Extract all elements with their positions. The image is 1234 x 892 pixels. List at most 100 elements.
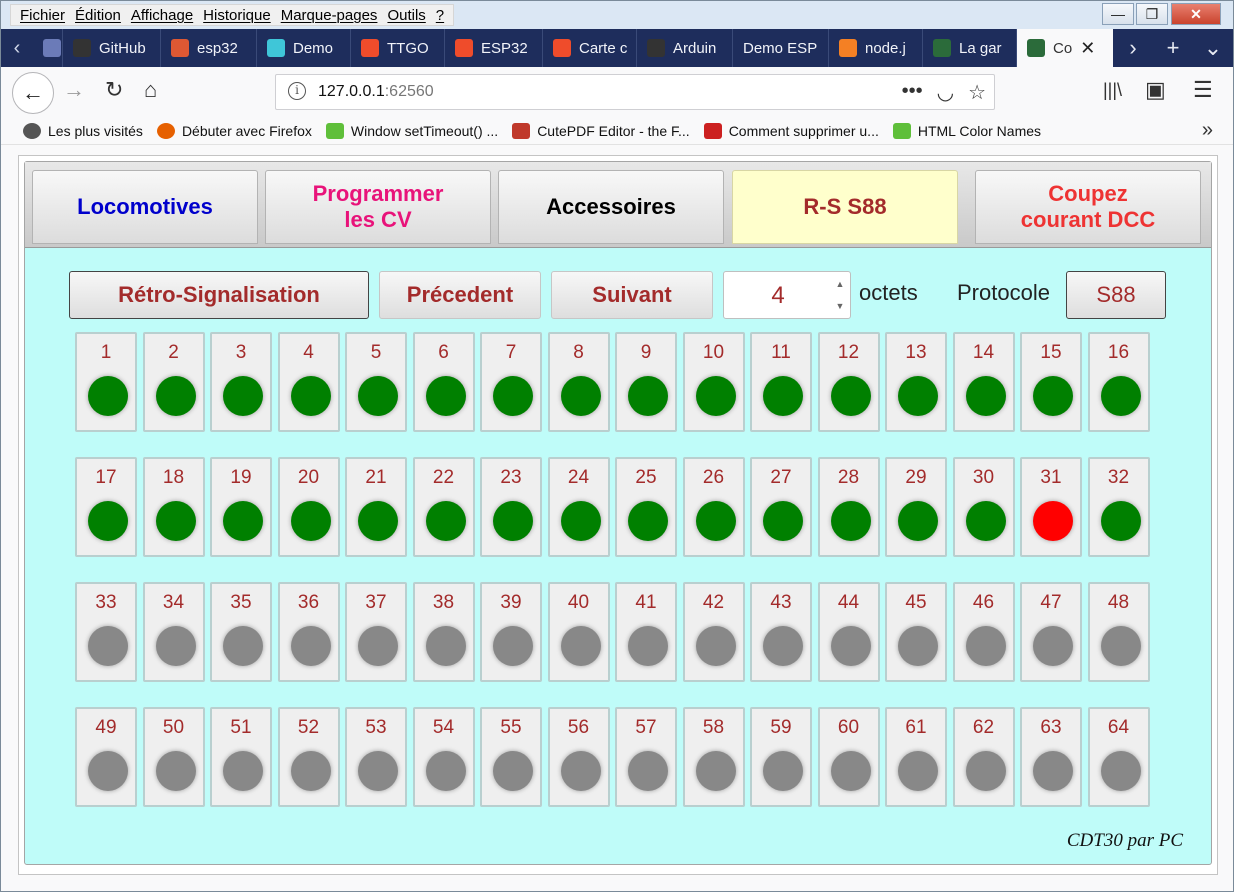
sensor-cell[interactable]: 40 xyxy=(547,582,610,682)
reload-button[interactable]: ↻ xyxy=(105,77,123,103)
sensor-cell[interactable]: 6 xyxy=(412,332,475,432)
sensor-cell[interactable]: 7 xyxy=(480,332,542,432)
app-tab-accessoires[interactable]: Accessoires xyxy=(498,170,724,244)
bookmark-item[interactable]: Débuter avec Firefox xyxy=(156,122,312,139)
sensor-cell[interactable]: 23 xyxy=(480,457,542,557)
back-button[interactable]: ← xyxy=(12,72,54,114)
sensor-cell[interactable]: 61 xyxy=(885,707,947,807)
sensor-cell[interactable]: 11 xyxy=(750,332,812,432)
browser-tab[interactable]: node.j xyxy=(829,29,923,67)
sensor-cell[interactable]: 12 xyxy=(817,332,880,432)
browser-tab[interactable]: Co ✕ xyxy=(1017,29,1113,67)
sensor-cell[interactable]: 1 xyxy=(75,332,137,432)
new-tab-button[interactable]: + xyxy=(1153,35,1193,61)
bookmark-item[interactable]: Window setTimeout() ... xyxy=(325,122,498,139)
browser-tab[interactable]: esp32 xyxy=(161,29,257,67)
sensor-cell[interactable]: 28 xyxy=(817,457,880,557)
sensor-cell[interactable]: 53 xyxy=(345,707,407,807)
sensor-cell[interactable]: 4 xyxy=(277,332,340,432)
browser-tab[interactable]: GitHub xyxy=(63,29,161,67)
previous-button[interactable]: Précedent xyxy=(379,271,541,319)
retro-signalisation-button[interactable]: Rétro-Signalisation xyxy=(69,271,369,319)
app-tab-locomotives[interactable]: Locomotives xyxy=(32,170,258,244)
sensor-cell[interactable]: 14 xyxy=(952,332,1015,432)
sensor-cell[interactable]: 57 xyxy=(615,707,677,807)
bookmark-item[interactable]: Les plus visités xyxy=(23,122,143,139)
sensor-cell[interactable]: 34 xyxy=(142,582,205,682)
sensor-cell[interactable]: 15 xyxy=(1020,332,1082,432)
page-actions-icon[interactable]: ••• xyxy=(902,80,923,105)
sensor-cell[interactable]: 38 xyxy=(412,582,475,682)
sensor-cell[interactable]: 30 xyxy=(952,457,1015,557)
sensor-cell[interactable]: 31 xyxy=(1020,457,1082,557)
sensor-cell[interactable]: 46 xyxy=(952,582,1015,682)
sensor-cell[interactable]: 5 xyxy=(345,332,407,432)
sensor-cell[interactable]: 50 xyxy=(142,707,205,807)
forward-button[interactable]: → xyxy=(63,77,85,103)
minimize-button[interactable]: — xyxy=(1102,3,1134,25)
sensor-cell[interactable]: 22 xyxy=(412,457,475,557)
sensor-cell[interactable]: 41 xyxy=(615,582,677,682)
sensor-cell[interactable]: 25 xyxy=(615,457,677,557)
sensor-cell[interactable]: 18 xyxy=(142,457,205,557)
home-button[interactable]: ⌂ xyxy=(144,77,157,103)
sensor-cell[interactable]: 43 xyxy=(750,582,812,682)
sensor-cell[interactable]: 49 xyxy=(75,707,137,807)
sensor-cell[interactable]: 35 xyxy=(210,582,272,682)
maximize-button[interactable]: ❐ xyxy=(1136,3,1168,25)
close-tab-icon[interactable]: ✕ xyxy=(1080,38,1095,59)
sensor-cell[interactable]: 32 xyxy=(1087,457,1150,557)
sensor-cell[interactable]: 63 xyxy=(1020,707,1082,807)
sensor-cell[interactable]: 27 xyxy=(750,457,812,557)
site-info-icon[interactable]: i xyxy=(288,82,306,100)
sensor-cell[interactable]: 44 xyxy=(817,582,880,682)
sensor-cell[interactable]: 24 xyxy=(547,457,610,557)
sensor-cell[interactable]: 3 xyxy=(210,332,272,432)
bookmark-item[interactable]: Comment supprimer u... xyxy=(703,122,879,139)
menu-item[interactable]: Marque-pages xyxy=(281,7,378,24)
url-text[interactable]: 127.0.0.1:62560 xyxy=(318,83,434,101)
pocket-icon[interactable]: ◡ xyxy=(937,80,954,105)
menu-item[interactable]: Fichier xyxy=(20,7,65,24)
sensor-cell[interactable]: 26 xyxy=(682,457,745,557)
sensor-cell[interactable]: 55 xyxy=(480,707,542,807)
sensor-cell[interactable]: 20 xyxy=(277,457,340,557)
url-bar[interactable]: i 127.0.0.1:62560 ••• ◡ ☆ xyxy=(275,74,995,110)
bookmark-item[interactable]: HTML Color Names xyxy=(892,122,1041,139)
sensor-cell[interactable]: 21 xyxy=(345,457,407,557)
app-tab-coupez-dcc[interactable]: Coupez courant DCC xyxy=(975,170,1201,244)
sensor-cell[interactable]: 62 xyxy=(952,707,1015,807)
browser-tab[interactable]: La gar xyxy=(923,29,1017,67)
sensor-cell[interactable]: 48 xyxy=(1087,582,1150,682)
sensor-cell[interactable]: 51 xyxy=(210,707,272,807)
sensor-cell[interactable]: 9 xyxy=(615,332,677,432)
sensor-cell[interactable]: 33 xyxy=(75,582,137,682)
sensor-cell[interactable]: 29 xyxy=(885,457,947,557)
menu-item[interactable]: Affichage xyxy=(131,7,193,24)
close-window-button[interactable]: ✕ xyxy=(1171,3,1221,25)
browser-tab[interactable]: Demo xyxy=(257,29,351,67)
browser-tab[interactable]: TTGO xyxy=(351,29,445,67)
hamburger-menu-icon[interactable]: ☰ xyxy=(1193,77,1213,103)
sensor-cell[interactable]: 54 xyxy=(412,707,475,807)
menu-item[interactable]: ? xyxy=(436,7,444,24)
spin-up-icon[interactable]: ▲ xyxy=(832,274,848,294)
sensor-cell[interactable]: 13 xyxy=(885,332,947,432)
browser-tab[interactable]: Demo ESP xyxy=(733,29,829,67)
sensor-cell[interactable]: 36 xyxy=(277,582,340,682)
sensor-cell[interactable]: 8 xyxy=(547,332,610,432)
library-icon[interactable]: |||\ xyxy=(1103,80,1122,101)
bookmark-item[interactable]: CutePDF Editor - the F... xyxy=(512,122,690,139)
next-button[interactable]: Suivant xyxy=(551,271,713,319)
sensor-cell[interactable]: 45 xyxy=(885,582,947,682)
browser-tab[interactable]: Arduin xyxy=(637,29,733,67)
sensor-cell[interactable]: 58 xyxy=(682,707,745,807)
app-tab-rs-s88[interactable]: R-S S88 xyxy=(732,170,958,244)
tabs-scroll-right-button[interactable]: › xyxy=(1113,35,1153,61)
sensor-cell[interactable]: 64 xyxy=(1087,707,1150,807)
bookmarks-overflow-icon[interactable]: » xyxy=(1202,119,1213,142)
sensor-cell[interactable]: 37 xyxy=(345,582,407,682)
app-tab-programmer-cv[interactable]: Programmer les CV xyxy=(265,170,491,244)
menu-item[interactable]: Édition xyxy=(75,7,121,24)
sensor-cell[interactable]: 19 xyxy=(210,457,272,557)
